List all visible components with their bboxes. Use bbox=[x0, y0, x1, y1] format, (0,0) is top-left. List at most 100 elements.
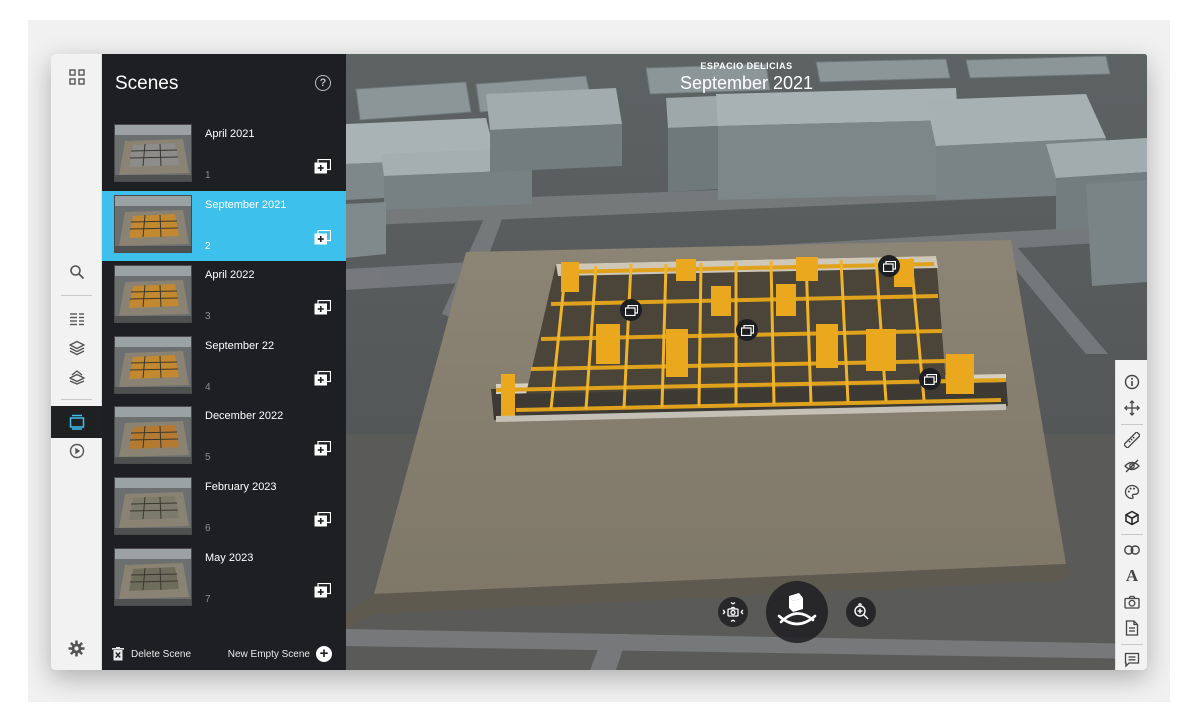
rail-list-button[interactable] bbox=[51, 304, 102, 334]
zoom-button[interactable] bbox=[846, 597, 876, 627]
settings-icon bbox=[68, 640, 85, 656]
annotation-icon bbox=[923, 373, 937, 385]
orbit-camera-button[interactable] bbox=[718, 597, 748, 627]
camera-button[interactable] bbox=[1116, 590, 1147, 614]
add-snapshot-icon bbox=[314, 440, 332, 456]
move-icon bbox=[1124, 400, 1140, 416]
rail-search-button[interactable] bbox=[51, 257, 102, 287]
rail-layers-button[interactable] bbox=[51, 333, 102, 363]
visibility-button[interactable] bbox=[1116, 454, 1147, 478]
document-icon bbox=[1125, 620, 1139, 636]
scene-item-6[interactable]: February 2023 6 bbox=[102, 473, 346, 543]
add-to-scene-button[interactable] bbox=[314, 158, 332, 174]
project-name: ESPACIO DELICIAS bbox=[700, 61, 793, 71]
plus-circle-icon: + bbox=[316, 646, 332, 662]
rail-scenes-button[interactable] bbox=[51, 406, 102, 438]
move-button[interactable] bbox=[1116, 396, 1147, 420]
scene-item-7[interactable]: May 2023 7 bbox=[102, 544, 346, 614]
annotation-marker[interactable] bbox=[919, 368, 941, 390]
rail-terrain-button[interactable] bbox=[51, 362, 102, 392]
scene-number: 1 bbox=[205, 170, 211, 181]
measure-icon bbox=[1124, 432, 1140, 448]
document-button[interactable] bbox=[1116, 616, 1147, 640]
text-icon: A bbox=[1125, 566, 1139, 585]
scene-thumbnail bbox=[114, 406, 192, 464]
play-icon bbox=[69, 443, 84, 459]
scene-thumbnail bbox=[114, 477, 192, 535]
scene-item-2[interactable]: September 2021 2 bbox=[102, 191, 346, 261]
app-window: Scenes ? April 2021 1 September 2021 2 A… bbox=[51, 54, 1147, 670]
info-button[interactable] bbox=[1116, 370, 1147, 394]
right-toolbar: A bbox=[1115, 360, 1147, 670]
help-button[interactable]: ? bbox=[315, 75, 331, 91]
link-button[interactable] bbox=[1116, 538, 1147, 562]
scenes-panel: Scenes ? April 2021 1 September 2021 2 A… bbox=[102, 54, 346, 670]
add-to-scene-button[interactable] bbox=[314, 511, 332, 527]
3d-viewport[interactable]: ESPACIO DELICIAS September 2021 bbox=[346, 54, 1147, 670]
help-icon: ? bbox=[319, 77, 327, 89]
navigation-cube-button[interactable] bbox=[766, 581, 828, 643]
scene-number: 2 bbox=[205, 241, 211, 252]
trash-icon bbox=[112, 647, 124, 661]
scenes-icon bbox=[69, 414, 84, 430]
rail-play-button[interactable] bbox=[51, 436, 102, 466]
text-button[interactable]: A bbox=[1116, 564, 1147, 588]
scene-name: April 2021 bbox=[205, 128, 255, 140]
add-snapshot-icon bbox=[314, 511, 332, 527]
panel-footer: Delete Scene New Empty Scene + bbox=[102, 636, 346, 670]
comment-button[interactable] bbox=[1116, 648, 1147, 670]
terrain-layers-icon bbox=[68, 370, 85, 385]
palette-button[interactable] bbox=[1116, 480, 1147, 504]
scene-number: 3 bbox=[205, 311, 211, 322]
panel-title: Scenes bbox=[115, 73, 179, 94]
cube-button[interactable] bbox=[1116, 506, 1147, 530]
toolbar-separator bbox=[1121, 424, 1143, 425]
new-empty-scene-label: New Empty Scene bbox=[227, 648, 310, 660]
visibility-icon bbox=[1124, 459, 1140, 473]
layers-icon bbox=[68, 340, 85, 356]
add-to-scene-button[interactable] bbox=[314, 229, 332, 245]
scene-item-4[interactable]: September 22 4 bbox=[102, 332, 346, 402]
new-empty-scene-button[interactable]: New Empty Scene + bbox=[228, 642, 332, 666]
toolbar-separator bbox=[1121, 644, 1143, 645]
annotation-icon bbox=[624, 304, 638, 316]
scene-name: September 22 bbox=[205, 340, 275, 352]
rail-separator bbox=[61, 399, 92, 400]
scene-number: 6 bbox=[205, 523, 211, 534]
add-to-scene-button[interactable] bbox=[314, 299, 332, 315]
city-scene bbox=[346, 54, 1147, 670]
scene-item-3[interactable]: April 2022 3 bbox=[102, 261, 346, 331]
scene-name: February 2023 bbox=[205, 481, 277, 493]
scene-item-1[interactable]: April 2021 1 bbox=[102, 120, 346, 190]
annotation-marker[interactable] bbox=[620, 299, 642, 321]
add-snapshot-icon bbox=[314, 299, 332, 315]
comment-icon bbox=[1124, 652, 1140, 668]
add-to-scene-button[interactable] bbox=[314, 440, 332, 456]
scene-item-5[interactable]: December 2022 5 bbox=[102, 402, 346, 472]
annotation-marker[interactable] bbox=[736, 319, 758, 341]
delete-scene-label: Delete Scene bbox=[131, 648, 192, 660]
measure-button[interactable] bbox=[1116, 428, 1147, 452]
scene-thumbnail bbox=[114, 548, 192, 606]
annotation-icon bbox=[882, 260, 896, 272]
search-icon bbox=[69, 265, 84, 280]
add-snapshot-icon bbox=[314, 229, 332, 245]
grid-icon bbox=[68, 69, 85, 85]
cube-icon bbox=[1125, 510, 1139, 526]
delete-scene-button[interactable]: Delete Scene bbox=[112, 642, 191, 666]
list-icon bbox=[69, 313, 84, 326]
scene-name: September 2021 bbox=[205, 199, 287, 211]
info-icon bbox=[1124, 374, 1140, 390]
add-to-scene-button[interactable] bbox=[314, 370, 332, 386]
add-snapshot-icon bbox=[314, 158, 332, 174]
palette-icon bbox=[1124, 484, 1140, 500]
scene-number: 7 bbox=[205, 594, 211, 605]
camera-icon bbox=[1124, 595, 1140, 609]
scene-thumbnail bbox=[114, 124, 192, 182]
link-icon bbox=[1124, 545, 1140, 555]
add-to-scene-button[interactable] bbox=[314, 582, 332, 598]
rail-settings-button[interactable] bbox=[51, 633, 102, 663]
rail-dashboard-button[interactable] bbox=[51, 62, 102, 92]
scene-thumbnail bbox=[114, 195, 192, 253]
annotation-marker[interactable] bbox=[878, 255, 900, 277]
